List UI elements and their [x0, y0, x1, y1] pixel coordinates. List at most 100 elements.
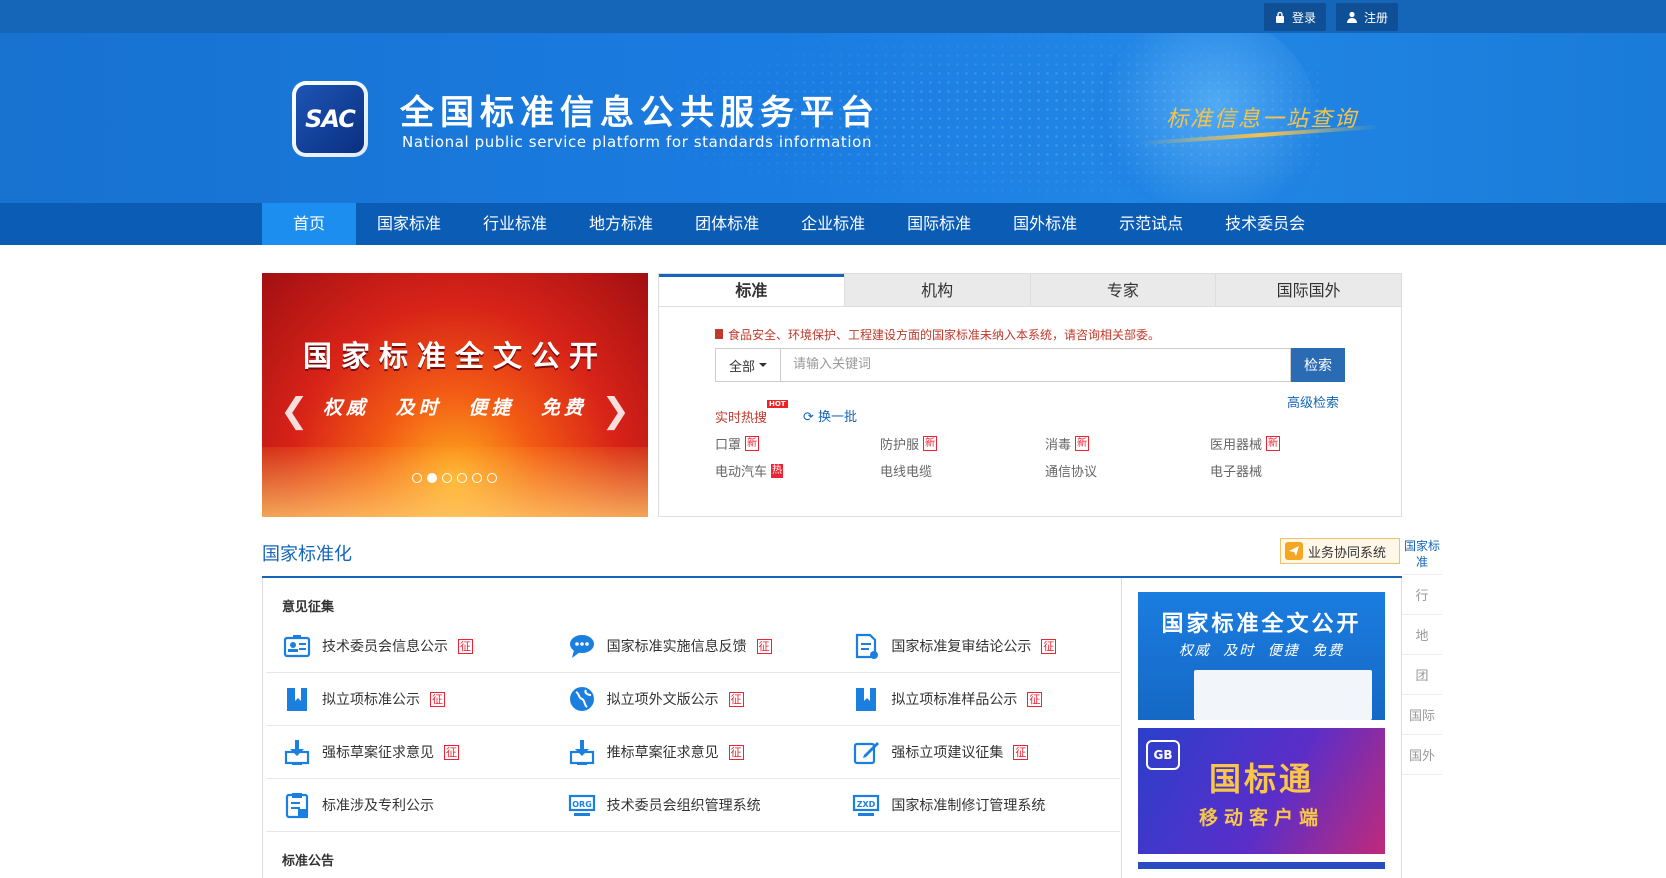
carousel-dot[interactable] [487, 473, 497, 483]
promo-third-banner[interactable] [1138, 862, 1385, 869]
carousel-dots [412, 473, 497, 483]
opinion-link-label: 技术委员会组织管理系统 [606, 798, 761, 814]
side-index-local[interactable]: 地 [1402, 615, 1442, 655]
site-logo[interactable]: SAC [292, 81, 368, 157]
search-input[interactable]: 请输入关键词 [781, 348, 1291, 382]
solicit-tag: 征 [756, 638, 772, 654]
opinion-link[interactable]: 国家标准实施信息反馈征 [551, 620, 836, 672]
hot-search-item[interactable]: 医用器械新 [1210, 434, 1375, 453]
opinion-link[interactable]: 拟立项标准样品公示征 [835, 673, 1120, 725]
carousel-dot[interactable] [427, 473, 437, 483]
tab-standards[interactable]: 标准 [659, 274, 844, 306]
opinion-link[interactable]: 技术委员会信息公示征 [266, 620, 551, 672]
opinion-link-label: 国家标准制修订管理系统 [891, 798, 1046, 814]
group-title-announcements: 标准公告 [282, 854, 335, 869]
solicit-tag: 征 [444, 744, 459, 760]
carousel-dot[interactable] [457, 473, 467, 483]
search-bar: 全部 请输入关键词 检索 [715, 348, 1345, 382]
opinion-link[interactable]: ZXD 国家标准制修订管理系统 [835, 779, 1120, 831]
hot-search-text: 口罩 [715, 438, 742, 453]
logo-text: SAC [296, 85, 364, 153]
tab-organizations[interactable]: 机构 [843, 274, 1030, 306]
opinion-link[interactable]: 标准涉及专利公示 [266, 779, 551, 831]
hot-search-item[interactable]: 口罩新 [715, 434, 880, 453]
tab-international[interactable]: 国际国外 [1215, 274, 1401, 306]
nav-local-standards[interactable]: 地方标准 [568, 203, 674, 245]
side-index-industry[interactable]: 行 [1402, 575, 1442, 615]
side-index-foreign[interactable]: 国外 [1402, 735, 1442, 775]
main-nav: 首页 国家标准 行业标准 地方标准 团体标准 企业标准 国际标准 国外标准 示范… [0, 203, 1666, 245]
hot-search-item[interactable]: 电动汽车热 [715, 461, 880, 480]
nav-enterprise-standards[interactable]: 企业标准 [780, 203, 886, 245]
hot-search-text: 电线电缆 [880, 465, 933, 480]
carousel-dot[interactable] [472, 473, 482, 483]
hot-search-list: 口罩新防护服新消毒新医用器械新电动汽车热电线电缆 通信协议 电子器械 [715, 434, 1335, 480]
advanced-search-link[interactable]: 高级检索 [1287, 392, 1339, 411]
search-tabs: 标准 机构 专家 国际国外 [659, 274, 1401, 307]
carousel-tagline: 权威 及时 便捷 免费 [323, 397, 587, 419]
hot-search-item[interactable]: 防护服新 [880, 434, 1045, 453]
hot-search-item[interactable]: 通信协议 [1045, 461, 1210, 480]
opinion-link-label: 标准涉及专利公示 [322, 798, 434, 814]
promo2-title: 国标通 [1208, 760, 1314, 798]
solicit-tag: 征 [1027, 691, 1043, 707]
side-index-international[interactable]: 国际 [1402, 695, 1442, 735]
bookmark-icon [282, 684, 312, 714]
promo1-title: 国家标准全文公开 [1161, 612, 1362, 637]
carousel[interactable]: 国家标准全文公开 权威 及时 便捷 免费 ❮ ❯ [262, 273, 648, 517]
header-banner: SAC 全国标准信息公共服务平台 National public service… [0, 33, 1666, 203]
opinion-link[interactable]: ORG 技术委员会组织管理系统 [551, 779, 836, 831]
opinion-links-grid: 技术委员会信息公示征国家标准实施信息反馈征国家标准复审结论公示征拟立项标准公示征… [266, 620, 1120, 832]
promo1-tagline: 权威 及时 便捷 免费 [1178, 643, 1345, 659]
register-button[interactable]: 注册 [1336, 3, 1399, 31]
carousel-dot[interactable] [412, 473, 422, 483]
document-edit-icon [851, 631, 881, 661]
login-button[interactable]: 登录 [1264, 3, 1327, 31]
caret-down-icon [759, 363, 767, 367]
nav-pilot[interactable]: 示范试点 [1098, 203, 1204, 245]
opinion-link[interactable]: 国家标准复审结论公示征 [835, 620, 1120, 672]
opinion-link[interactable]: 强标草案征求意见征 [266, 726, 551, 778]
hot-tag: 热 [771, 463, 784, 478]
side-index-national[interactable]: 国家标准 [1402, 538, 1442, 575]
site-subtitle: National public service platform for sta… [402, 133, 873, 151]
carousel-next-icon[interactable]: ❯ [602, 391, 631, 431]
nav-committees[interactable]: 技术委员会 [1204, 203, 1326, 245]
hot-search-text: 防护服 [880, 438, 920, 453]
nav-national-standards[interactable]: 国家标准 [356, 203, 462, 245]
carousel-dot[interactable] [442, 473, 452, 483]
promo-fulltext-banner[interactable]: 国家标准全文公开 权威 及时 便捷 免费 [1138, 592, 1385, 720]
opinion-link-label: 国家标准复审结论公示 [891, 639, 1032, 655]
group-title-opinions: 意见征集 [282, 600, 335, 615]
lock-icon [1276, 11, 1284, 23]
id-card-icon [282, 631, 312, 661]
promo-mobile-app-banner[interactable]: GB 国标通 移动客户端 [1138, 728, 1385, 854]
opinion-link[interactable]: 强标立项建议征集征 [835, 726, 1120, 778]
svg-text:ZXD: ZXD [857, 800, 876, 809]
search-notice: 食品安全、环境保护、工程建设方面的国家标准未纳入本系统，请咨询相关部委。 [715, 326, 1160, 343]
hot-search-item[interactable]: 电子器械 [1210, 461, 1375, 480]
carousel-prev-icon[interactable]: ❮ [280, 391, 309, 431]
collab-system-button[interactable]: 业务协同系统 [1280, 538, 1400, 564]
search-button[interactable]: 检索 [1291, 348, 1345, 382]
scope-dropdown[interactable]: 全部 [715, 348, 781, 382]
tab-experts[interactable]: 专家 [1029, 274, 1216, 306]
document-preview-image [1194, 670, 1372, 720]
nav-home[interactable]: 首页 [262, 203, 357, 245]
opinion-link[interactable]: 推标草案征求意见征 [551, 726, 836, 778]
opinion-link[interactable]: 拟立项外文版公示征 [551, 673, 836, 725]
new-tag: 新 [1266, 436, 1281, 451]
hot-search-item[interactable]: 消毒新 [1045, 434, 1210, 453]
nav-international-standards[interactable]: 国际标准 [886, 203, 992, 245]
opinion-link-label: 国家标准实施信息反馈 [606, 639, 747, 655]
hot-search-item[interactable]: 电线电缆 [880, 461, 1045, 480]
nav-foreign-standards[interactable]: 国外标准 [992, 203, 1098, 245]
nav-group-standards[interactable]: 团体标准 [674, 203, 780, 245]
opinion-link[interactable]: 拟立项标准公示征 [266, 673, 551, 725]
nav-industry-standards[interactable]: 行业标准 [462, 203, 568, 245]
section-title: 国家标准化 [262, 544, 352, 565]
promo2-subtitle: 移动客户端 [1198, 807, 1324, 829]
refresh-button[interactable]: ⟳ 换一批 [803, 406, 857, 425]
side-index-group[interactable]: 团 [1402, 655, 1442, 695]
link-row: 技术委员会信息公示征国家标准实施信息反馈征国家标准复审结论公示征 [266, 620, 1120, 673]
